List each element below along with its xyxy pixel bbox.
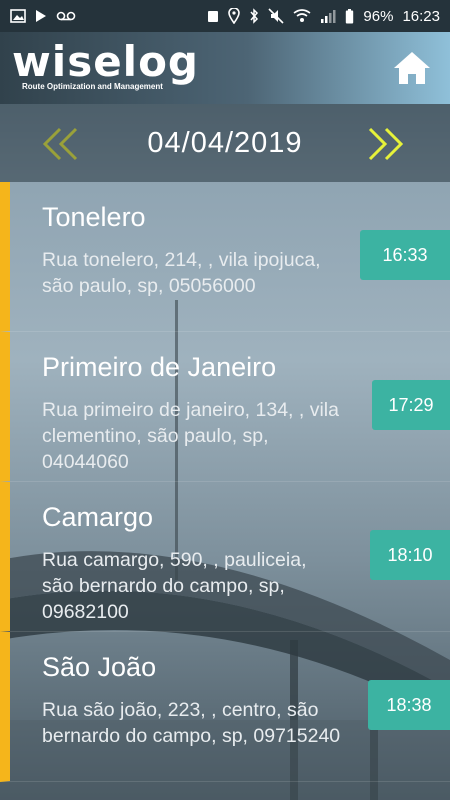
stop-address: Rua tonelero, 214, , vila ipojuca, são p… [42,249,321,297]
list-item[interactable]: Primeiro de Janeiro Rua primeiro de jane… [0,332,450,482]
double-chevron-right-icon [368,127,404,161]
stop-name: Primeiro de Janeiro [42,352,277,382]
status-bar: 96% 16:23 [0,0,450,32]
stop-name: São João [42,652,157,682]
stop-time-badge: 18:38 [368,680,450,730]
stop-time-badge: 18:10 [370,530,450,580]
stop-address: Rua são joão, 223, , centro, são bernard… [42,699,341,747]
status-clock: 16:23 [402,7,440,25]
home-button[interactable] [392,48,432,88]
list-item[interactable]: Camargo Rua camargo, 590, , pauliceia, s… [0,482,450,632]
list-item[interactable]: São João Rua são joão, 223, , centro, sã… [0,632,450,782]
mute-icon [268,8,284,24]
stop-name: Tonelero [42,202,146,232]
voicemail-icon [56,11,76,21]
battery-percent: 96% [363,7,394,25]
gallery-icon [10,9,26,23]
play-icon [35,9,47,23]
stop-time-badge: 17:29 [372,380,450,430]
wiselog-logo: wiselog Route Optimization and Managemen… [12,37,199,92]
next-day-button[interactable] [362,126,406,162]
list-item[interactable]: Tonelero Rua tonelero, 214, , vila ipoju… [0,182,450,332]
date-navigation: 04/04/2019 [0,104,450,182]
security-icon [207,9,219,23]
route-stop-list: Tonelero Rua tonelero, 214, , vila ipoju… [0,182,450,800]
wifi-icon [293,9,311,23]
logo-text: wiselog [12,37,199,86]
stop-name: Camargo [42,502,154,532]
previous-day-button[interactable] [40,126,84,162]
location-icon [228,8,241,24]
current-date: 04/04/2019 [147,126,303,159]
stop-address: Rua camargo, 590, , pauliceia, são berna… [42,549,307,623]
bluetooth-icon [249,8,259,24]
home-icon [394,52,430,84]
app-header: wiselog Route Optimization and Managemen… [0,32,450,104]
signal-icon [320,9,336,23]
stop-address: Rua primeiro de janeiro, 134, , vila cle… [42,399,339,473]
stop-time-badge: 16:33 [360,230,450,280]
double-chevron-left-icon [42,127,78,161]
battery-icon [345,8,354,24]
